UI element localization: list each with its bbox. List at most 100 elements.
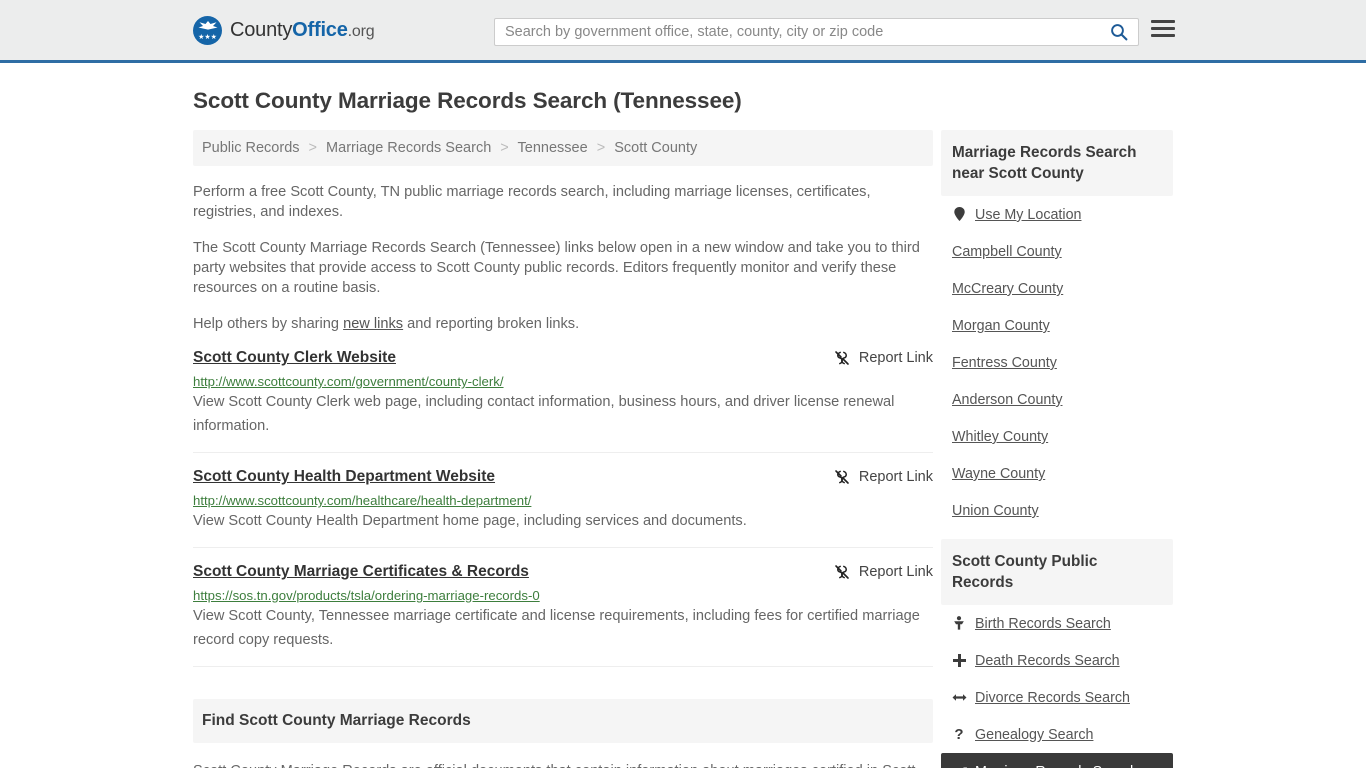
intro-p3-after: and reporting broken links. [403, 316, 580, 332]
intro-text: Perform a free Scott County, TN public m… [193, 182, 933, 334]
logo-prefix: County [230, 18, 293, 41]
logo-bold: Office [292, 18, 348, 41]
result-header: Scott County Clerk Website Report Link [193, 349, 933, 367]
result-description: View Scott County Health Department home… [193, 513, 747, 529]
sidebar-link[interactable]: Wayne County [952, 466, 1045, 482]
result-item: Scott County Marriage Certificates & Rec… [193, 548, 933, 667]
public-records-list: Birth Records Search Death Records Searc… [941, 605, 1173, 768]
sidebar-item-divorce-records-search[interactable]: Divorce Records Search [952, 679, 1162, 716]
sidebar-item-campbell-county[interactable]: Campbell County [952, 233, 1162, 270]
report-link-label: Report Link [858, 564, 933, 580]
sidebar-item-wayne-county[interactable]: Wayne County [952, 455, 1162, 492]
sidebar-item-union-county[interactable]: Union County [952, 492, 1162, 529]
male-female-icon [952, 764, 968, 768]
intro-paragraph-2: The Scott County Marriage Records Search… [193, 240, 920, 296]
sidebar-item-marriage-records-search[interactable]: Marriage Records Search [941, 753, 1173, 768]
find-records-heading: Find Scott County Marriage Records [193, 699, 933, 743]
logo-text: CountyOffice.org [230, 18, 375, 42]
public-records-panel: Scott County Public Records Birth Record… [941, 539, 1173, 768]
report-link-button[interactable]: Report Link [834, 349, 933, 366]
breadcrumb-item-1[interactable]: Marriage Records Search [326, 140, 491, 156]
result-url[interactable]: http://www.scottcounty.com/government/co… [193, 374, 933, 389]
sidebar-item-morgan-county[interactable]: Morgan County [952, 307, 1162, 344]
sidebar-item-use-my-location[interactable]: Use My Location [952, 196, 1162, 233]
logo-suffix: .org [347, 22, 375, 40]
find-records-body: Scott County Marriage Records are offici… [193, 759, 933, 768]
report-link-label: Report Link [858, 469, 933, 485]
eagle-icon [198, 20, 217, 30]
intro-paragraph-3: Help others by sharing new links and rep… [193, 314, 933, 334]
search-bar[interactable] [494, 18, 1139, 46]
baby-icon [952, 616, 966, 632]
sidebar-item-death-records-search[interactable]: Death Records Search [952, 642, 1162, 679]
sidebar-link[interactable]: McCreary County [952, 281, 1063, 297]
report-link-button[interactable]: Report Link [834, 468, 933, 485]
breadcrumb: Public Records > Marriage Records Search… [193, 130, 933, 166]
sidebar-item-fentress-county[interactable]: Fentress County [952, 344, 1162, 381]
find-records-section: Find Scott County Marriage Records Scott… [193, 699, 933, 768]
result-item: Scott County Clerk Website Report Link h… [193, 334, 933, 453]
nearby-searches-list: Use My Location Campbell County McCreary… [941, 196, 1173, 529]
question-mark-icon: ? [954, 726, 964, 743]
search-input[interactable] [495, 19, 1100, 45]
result-title-link[interactable]: Scott County Health Department Website [193, 468, 495, 486]
sidebar-link[interactable]: Morgan County [952, 318, 1050, 334]
sidebar-item-whitley-county[interactable]: Whitley County [952, 418, 1162, 455]
sidebar-item-genealogy-search[interactable]: ? Genealogy Search [952, 716, 1162, 753]
result-url[interactable]: http://www.scottcounty.com/healthcare/he… [193, 493, 933, 508]
result-description: View Scott County Clerk web page, includ… [193, 394, 895, 434]
page-container: Scott County Marriage Records Search (Te… [0, 88, 1366, 768]
report-link-button[interactable]: Report Link [834, 563, 933, 580]
sidebar-link[interactable]: Union County [952, 503, 1039, 519]
search-icon [1111, 24, 1128, 41]
result-title-link[interactable]: Scott County Marriage Certificates & Rec… [193, 563, 529, 581]
result-header: Scott County Marriage Certificates & Rec… [193, 563, 933, 581]
breadcrumb-separator: > [500, 140, 509, 156]
hamburger-menu-icon[interactable] [1151, 20, 1175, 37]
sidebar-link[interactable]: Birth Records Search [975, 616, 1111, 632]
sidebar-link[interactable]: Use My Location [975, 207, 1081, 223]
sidebar-link[interactable]: Death Records Search [975, 653, 1120, 669]
sidebar-link[interactable]: Anderson County [952, 392, 1062, 408]
sidebar: Marriage Records Search near Scott Count… [941, 130, 1173, 768]
broken-link-icon [835, 470, 849, 484]
broken-link-icon [835, 565, 849, 579]
content-columns: Public Records > Marriage Records Search… [193, 130, 1173, 768]
intro-p3-before: Help others by sharing [193, 316, 344, 332]
sidebar-link[interactable]: Fentress County [952, 355, 1057, 371]
public-records-heading: Scott County Public Records [941, 539, 1173, 605]
sidebar-link[interactable]: Marriage Records Search [975, 764, 1138, 768]
map-pin-icon [952, 207, 966, 223]
result-title-link[interactable]: Scott County Clerk Website [193, 349, 396, 367]
result-item: Scott County Health Department Website R… [193, 453, 933, 548]
sidebar-item-birth-records-search[interactable]: Birth Records Search [952, 605, 1162, 642]
breadcrumb-item-0[interactable]: Public Records [202, 140, 300, 156]
main-column: Public Records > Marriage Records Search… [193, 130, 933, 768]
page-title: Scott County Marriage Records Search (Te… [193, 88, 742, 113]
left-right-arrow-icon [952, 691, 967, 705]
sidebar-item-mccreary-county[interactable]: McCreary County [952, 270, 1162, 307]
report-link-label: Report Link [858, 350, 933, 366]
breadcrumb-separator: > [596, 140, 606, 156]
result-url[interactable]: https://sos.tn.gov/products/tsla/orderin… [193, 588, 933, 603]
logo-stars: ★★★ [198, 33, 217, 41]
result-header: Scott County Health Department Website R… [193, 468, 933, 486]
new-links-link[interactable]: new links [343, 316, 403, 332]
intro-paragraph-1: Perform a free Scott County, TN public m… [193, 184, 871, 220]
result-description: View Scott County, Tennessee marriage ce… [193, 608, 920, 648]
breadcrumb-item-2[interactable]: Tennessee [518, 140, 588, 156]
sidebar-link[interactable]: Campbell County [952, 244, 1062, 260]
sidebar-link[interactable]: Divorce Records Search [975, 690, 1130, 706]
breadcrumb-item-3: Scott County [614, 140, 698, 156]
nearby-searches-heading: Marriage Records Search near Scott Count… [941, 130, 1173, 196]
sidebar-link[interactable]: Genealogy Search [975, 727, 1093, 743]
sidebar-link[interactable]: Whitley County [952, 429, 1048, 445]
breadcrumb-separator: > [308, 140, 318, 156]
site-logo[interactable]: ★★★ CountyOffice.org [193, 15, 375, 45]
county-office-logo-icon: ★★★ [193, 15, 222, 45]
sidebar-item-anderson-county[interactable]: Anderson County [952, 381, 1162, 418]
cross-icon [952, 653, 966, 669]
search-button[interactable] [1100, 19, 1138, 45]
site-header: ★★★ CountyOffice.org [0, 0, 1366, 63]
nearby-searches-panel: Marriage Records Search near Scott Count… [941, 130, 1173, 529]
